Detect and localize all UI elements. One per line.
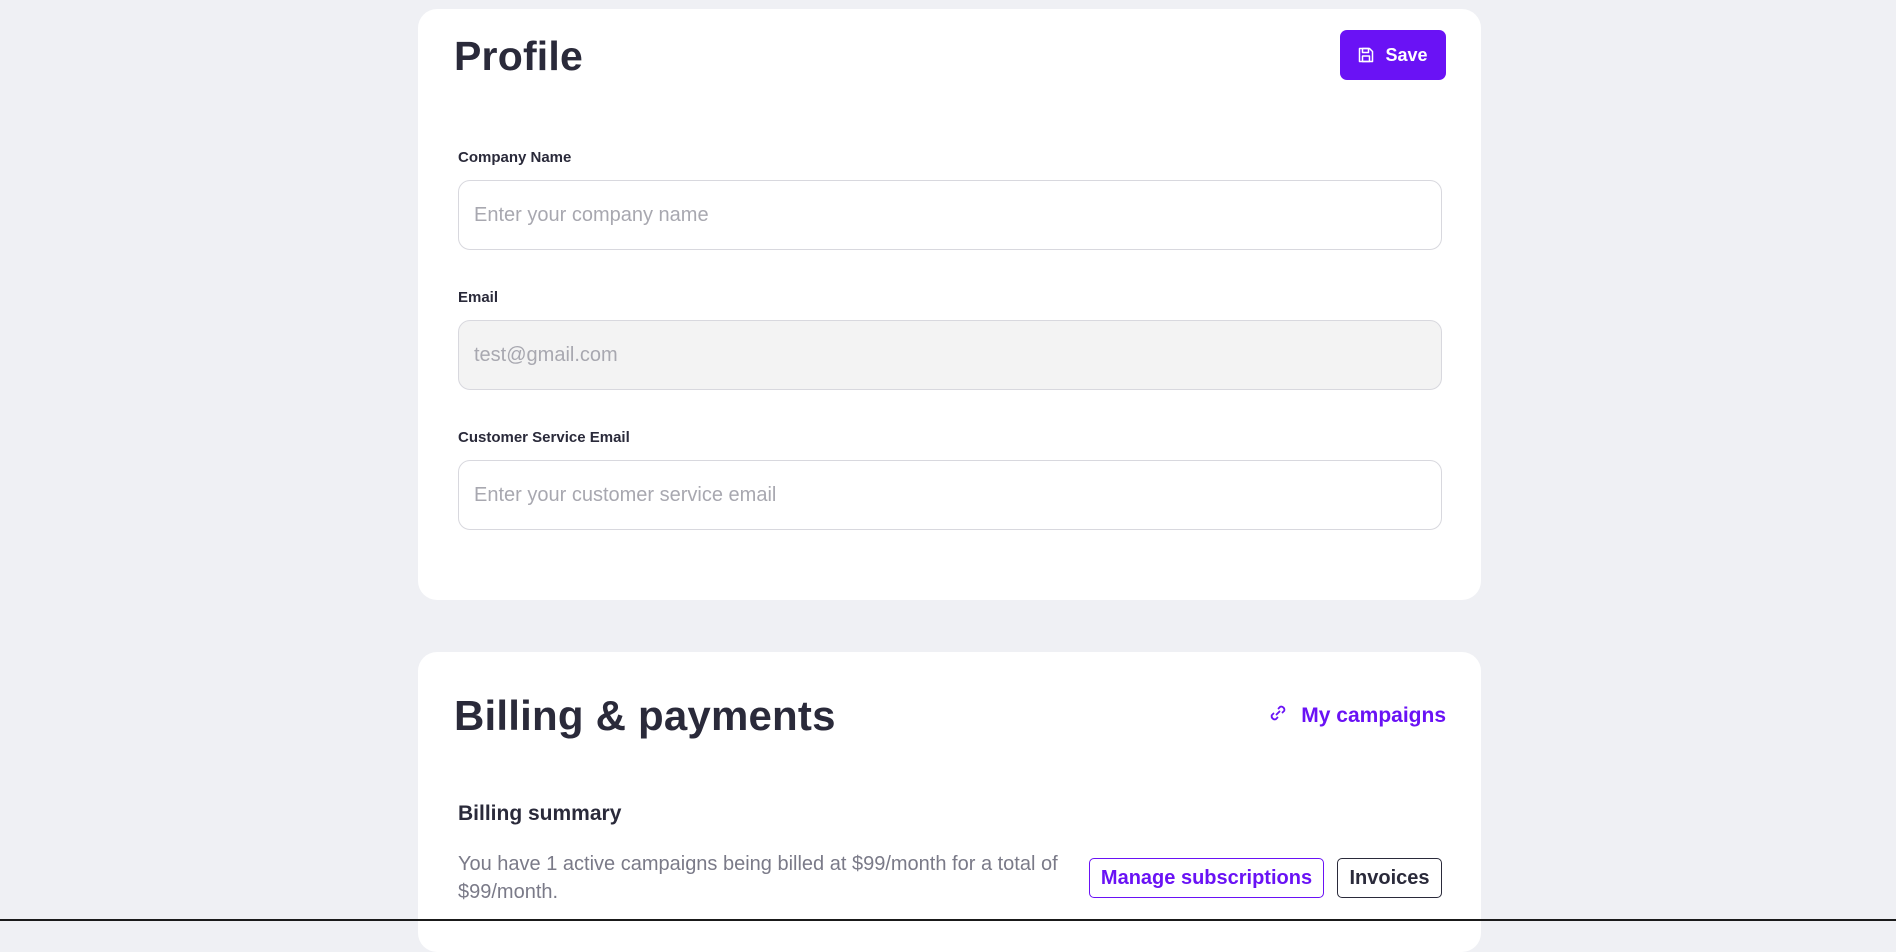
email-field: Email [458, 289, 1442, 390]
profile-card: Profile Save Company Name Email Customer… [418, 9, 1481, 600]
billing-card: Billing & payments My campaigns Billing … [418, 652, 1481, 952]
save-button-label: Save [1385, 44, 1428, 65]
email-input [458, 320, 1442, 390]
company-name-label: Company Name [458, 149, 572, 166]
manage-subscriptions-button[interactable]: Manage subscriptions [1089, 858, 1324, 898]
company-name-input[interactable] [458, 180, 1442, 250]
customer-service-email-field: Customer Service Email [458, 429, 1442, 530]
company-name-field: Company Name [458, 149, 1442, 250]
my-campaigns-label: My campaigns [1301, 704, 1446, 727]
customer-service-email-input[interactable] [458, 460, 1442, 530]
billing-title: Billing & payments [454, 692, 836, 739]
billing-summary-heading: Billing summary [458, 802, 622, 825]
save-button[interactable]: Save [1340, 30, 1446, 80]
profile-title: Profile [454, 33, 583, 79]
billing-summary-text: You have 1 active campaigns being billed… [458, 853, 1058, 903]
invoices-button[interactable]: Invoices [1337, 858, 1442, 898]
link-icon [1268, 703, 1288, 729]
save-icon [1358, 47, 1374, 63]
my-campaigns-link[interactable]: My campaigns [1268, 703, 1446, 729]
billing-actions: Manage subscriptions Invoices [1089, 858, 1442, 898]
email-label: Email [458, 289, 499, 306]
customer-service-email-label: Customer Service Email [458, 429, 630, 446]
